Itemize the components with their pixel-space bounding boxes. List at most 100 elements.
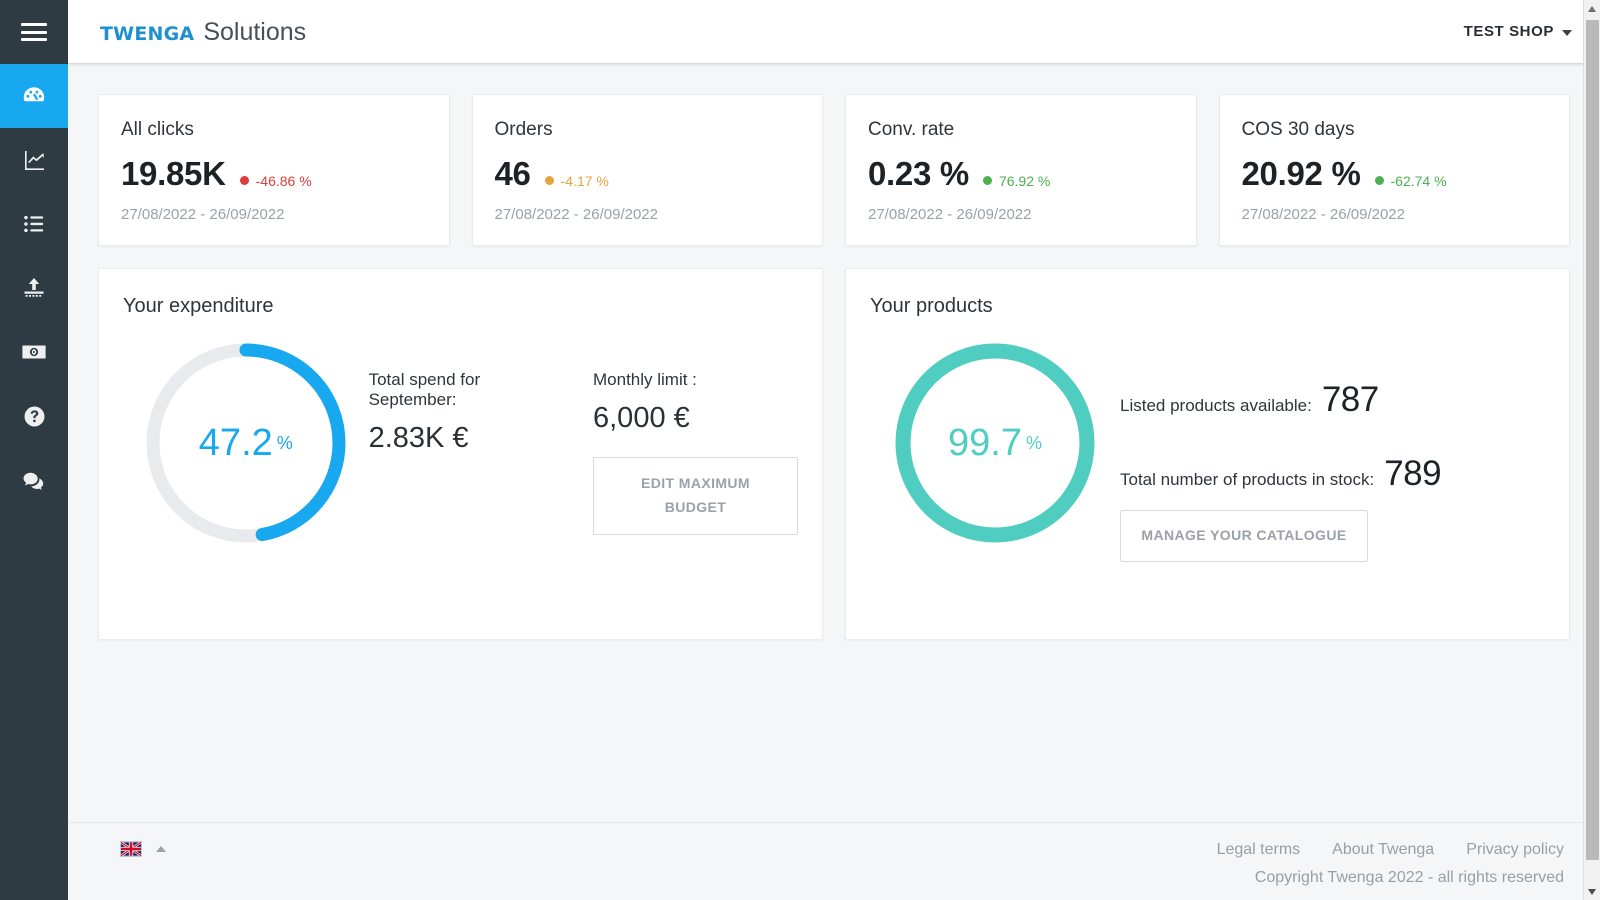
edit-maximum-budget-button[interactable]: EDIT MAXIMUM BUDGET <box>593 457 798 535</box>
panel-title: Your expenditure <box>123 295 274 317</box>
kpi-title: All clicks <box>121 119 194 140</box>
status-dot-icon <box>982 176 992 185</box>
kpi-value: 46 <box>494 155 531 192</box>
footer-link-privacy-policy[interactable]: Privacy policy <box>1466 841 1564 859</box>
products-gauge-label: 99.7 % <box>890 338 1100 548</box>
scrollbar-down-button[interactable] <box>1584 883 1600 900</box>
top-bar: Twenga Solutions TEST SHOP <box>68 0 1600 64</box>
panel-body: 99.7 % Listed products available: 787 To… <box>870 324 1545 562</box>
brand-logo[interactable]: Twenga Solutions <box>100 16 306 47</box>
total-spend-block: Total spend for September: 2.83K € <box>369 370 565 535</box>
upload-icon <box>22 276 46 300</box>
total-spend-label: Total spend for September: <box>368 370 481 409</box>
kpi-card-conv-rate: Conv. rate 0.23 % 76.92 % 27/08/2022 - 2… <box>845 94 1197 246</box>
kpi-delta: 76.92 % <box>982 172 1051 189</box>
sidebar-item-upload-feed[interactable] <box>0 256 68 320</box>
kpi-value-row: 20.92 % -62.74 % <box>1242 155 1548 193</box>
banknote-icon <box>21 339 47 365</box>
language-selector[interactable] <box>120 841 166 857</box>
monthly-limit-block: Monthly limit : 6,000 € EDIT MAXIMUM BUD… <box>593 370 798 535</box>
footer-right: Legal terms About Twenga Privacy policy … <box>1217 841 1564 887</box>
kpi-delta: -46.86 % <box>239 172 312 189</box>
products-gauge-unit: % <box>1025 432 1042 453</box>
shop-selector[interactable]: TEST SHOP <box>1464 23 1572 40</box>
footer-link-about-twenga[interactable]: About Twenga <box>1332 841 1434 859</box>
sidebar-item-catalogue-list[interactable] <box>0 192 68 256</box>
kpi-card-all-clicks: All clicks 19.85K -46.86 % 27/08/2022 - … <box>98 94 450 246</box>
kpi-delta-text: -4.17 % <box>560 172 609 189</box>
panel-title: Your products <box>870 295 993 317</box>
expenditure-gauge-label: 47.2 % <box>141 338 351 548</box>
kpi-date-range: 27/08/2022 - 26/09/2022 <box>121 206 285 223</box>
sidebar-item-help[interactable] <box>0 384 68 448</box>
uk-flag-icon <box>120 841 142 857</box>
monthly-limit-label: Monthly limit : <box>593 370 697 389</box>
stock-products-line: Total number of products in stock: 789 <box>1120 454 1442 494</box>
app-root: Twenga Solutions TEST SHOP All clicks 19… <box>0 0 1600 900</box>
manage-catalogue-button[interactable]: MANAGE YOUR CATALOGUE <box>1120 510 1368 562</box>
sidebar-item-dashboard[interactable] <box>0 64 68 128</box>
kpi-delta-text: 76.92 % <box>998 172 1051 189</box>
shop-selector-label: TEST SHOP <box>1463 23 1554 40</box>
chevron-up-icon[interactable] <box>156 846 166 852</box>
dashboard-gauge-icon <box>21 83 47 109</box>
scrollbar-up-button[interactable] <box>1584 0 1600 17</box>
kpi-value-row: 0.23 % 76.92 % <box>868 155 1174 193</box>
status-dot-icon <box>544 176 554 185</box>
list-icon <box>23 213 45 235</box>
brand-name: Twenga <box>100 16 195 47</box>
menu-toggle-button[interactable] <box>0 0 68 64</box>
kpi-title: Orders <box>494 119 553 140</box>
kpi-date-range: 27/08/2022 - 26/09/2022 <box>494 206 658 223</box>
monthly-limit-value: 6,000 € <box>593 402 690 434</box>
expenditure-gauge-value: 47.2 <box>198 421 273 464</box>
status-dot-icon <box>239 176 249 185</box>
footer: Legal terms About Twenga Privacy policy … <box>68 822 1600 900</box>
footer-copyright: Copyright Twenga 2022 - all rights reser… <box>1254 869 1564 886</box>
page-scrollbar[interactable] <box>1583 0 1600 900</box>
products-details: Listed products available: 787 Total num… <box>1120 324 1442 562</box>
kpi-delta: -62.74 % <box>1374 172 1447 189</box>
main-area: Twenga Solutions TEST SHOP All clicks 19… <box>68 0 1600 900</box>
kpi-date-range: 27/08/2022 - 26/09/2022 <box>1241 206 1405 223</box>
kpi-value-row: 46 -4.17 % <box>495 155 801 193</box>
kpi-card-cos-30-days: COS 30 days 20.92 % -62.74 % 27/08/2022 … <box>1218 94 1570 246</box>
listed-products-value: 787 <box>1321 380 1379 419</box>
kpi-value: 19.85K <box>121 155 226 192</box>
kpi-delta-text: -46.86 % <box>255 172 312 189</box>
sidebar-item-statistics[interactable] <box>0 128 68 192</box>
listed-products-label: Listed products available: <box>1120 396 1312 415</box>
kpi-delta-text: -62.74 % <box>1390 172 1447 189</box>
sidebar <box>0 0 68 900</box>
footer-link-legal-terms[interactable]: Legal terms <box>1217 841 1301 859</box>
chevron-down-icon <box>1562 29 1572 36</box>
kpi-title: Conv. rate <box>868 119 955 140</box>
status-dot-icon <box>1374 176 1384 185</box>
sidebar-item-support-chat[interactable] <box>0 448 68 512</box>
panel-body: 47.2 % Total spend for September: 2.83K … <box>123 324 798 548</box>
panel-row: Your expenditure 47.2 % Total spend for … <box>98 268 1570 640</box>
footer-links: Legal terms About Twenga Privacy policy <box>1217 841 1564 859</box>
scroll-up-arrow-icon <box>1588 5 1596 12</box>
chart-line-icon <box>22 148 46 172</box>
sidebar-item-billing[interactable] <box>0 320 68 384</box>
kpi-card-orders: Orders 46 -4.17 % 27/08/2022 - 26/09/202… <box>471 94 823 246</box>
kpi-value: 0.23 % <box>868 155 969 192</box>
panel-your-products: Your products 99.7 % Listed products ava… <box>845 268 1570 640</box>
stock-products-label: Total number of products in stock: <box>1120 470 1375 489</box>
listed-products-line: Listed products available: 787 <box>1120 380 1441 420</box>
expenditure-donut-chart: 47.2 % <box>141 338 351 548</box>
scrollbar-thumb[interactable] <box>1586 20 1599 860</box>
products-donut-chart: 99.7 % <box>890 338 1100 548</box>
kpi-date-range: 27/08/2022 - 26/09/2022 <box>868 206 1032 223</box>
stock-products-value: 789 <box>1384 454 1442 493</box>
kpi-row: All clicks 19.85K -46.86 % 27/08/2022 - … <box>98 94 1570 246</box>
kpi-title: COS 30 days <box>1241 119 1355 140</box>
products-gauge-wrap: 99.7 % <box>870 324 1120 548</box>
scroll-down-arrow-icon <box>1588 888 1596 895</box>
products-gauge-value: 99.7 <box>948 421 1022 464</box>
brand-suffix: Solutions <box>203 18 307 46</box>
total-spend-value: 2.83K € <box>368 422 469 454</box>
help-circle-icon <box>23 405 46 428</box>
expenditure-details: Total spend for September: 2.83K € Month… <box>369 324 798 535</box>
